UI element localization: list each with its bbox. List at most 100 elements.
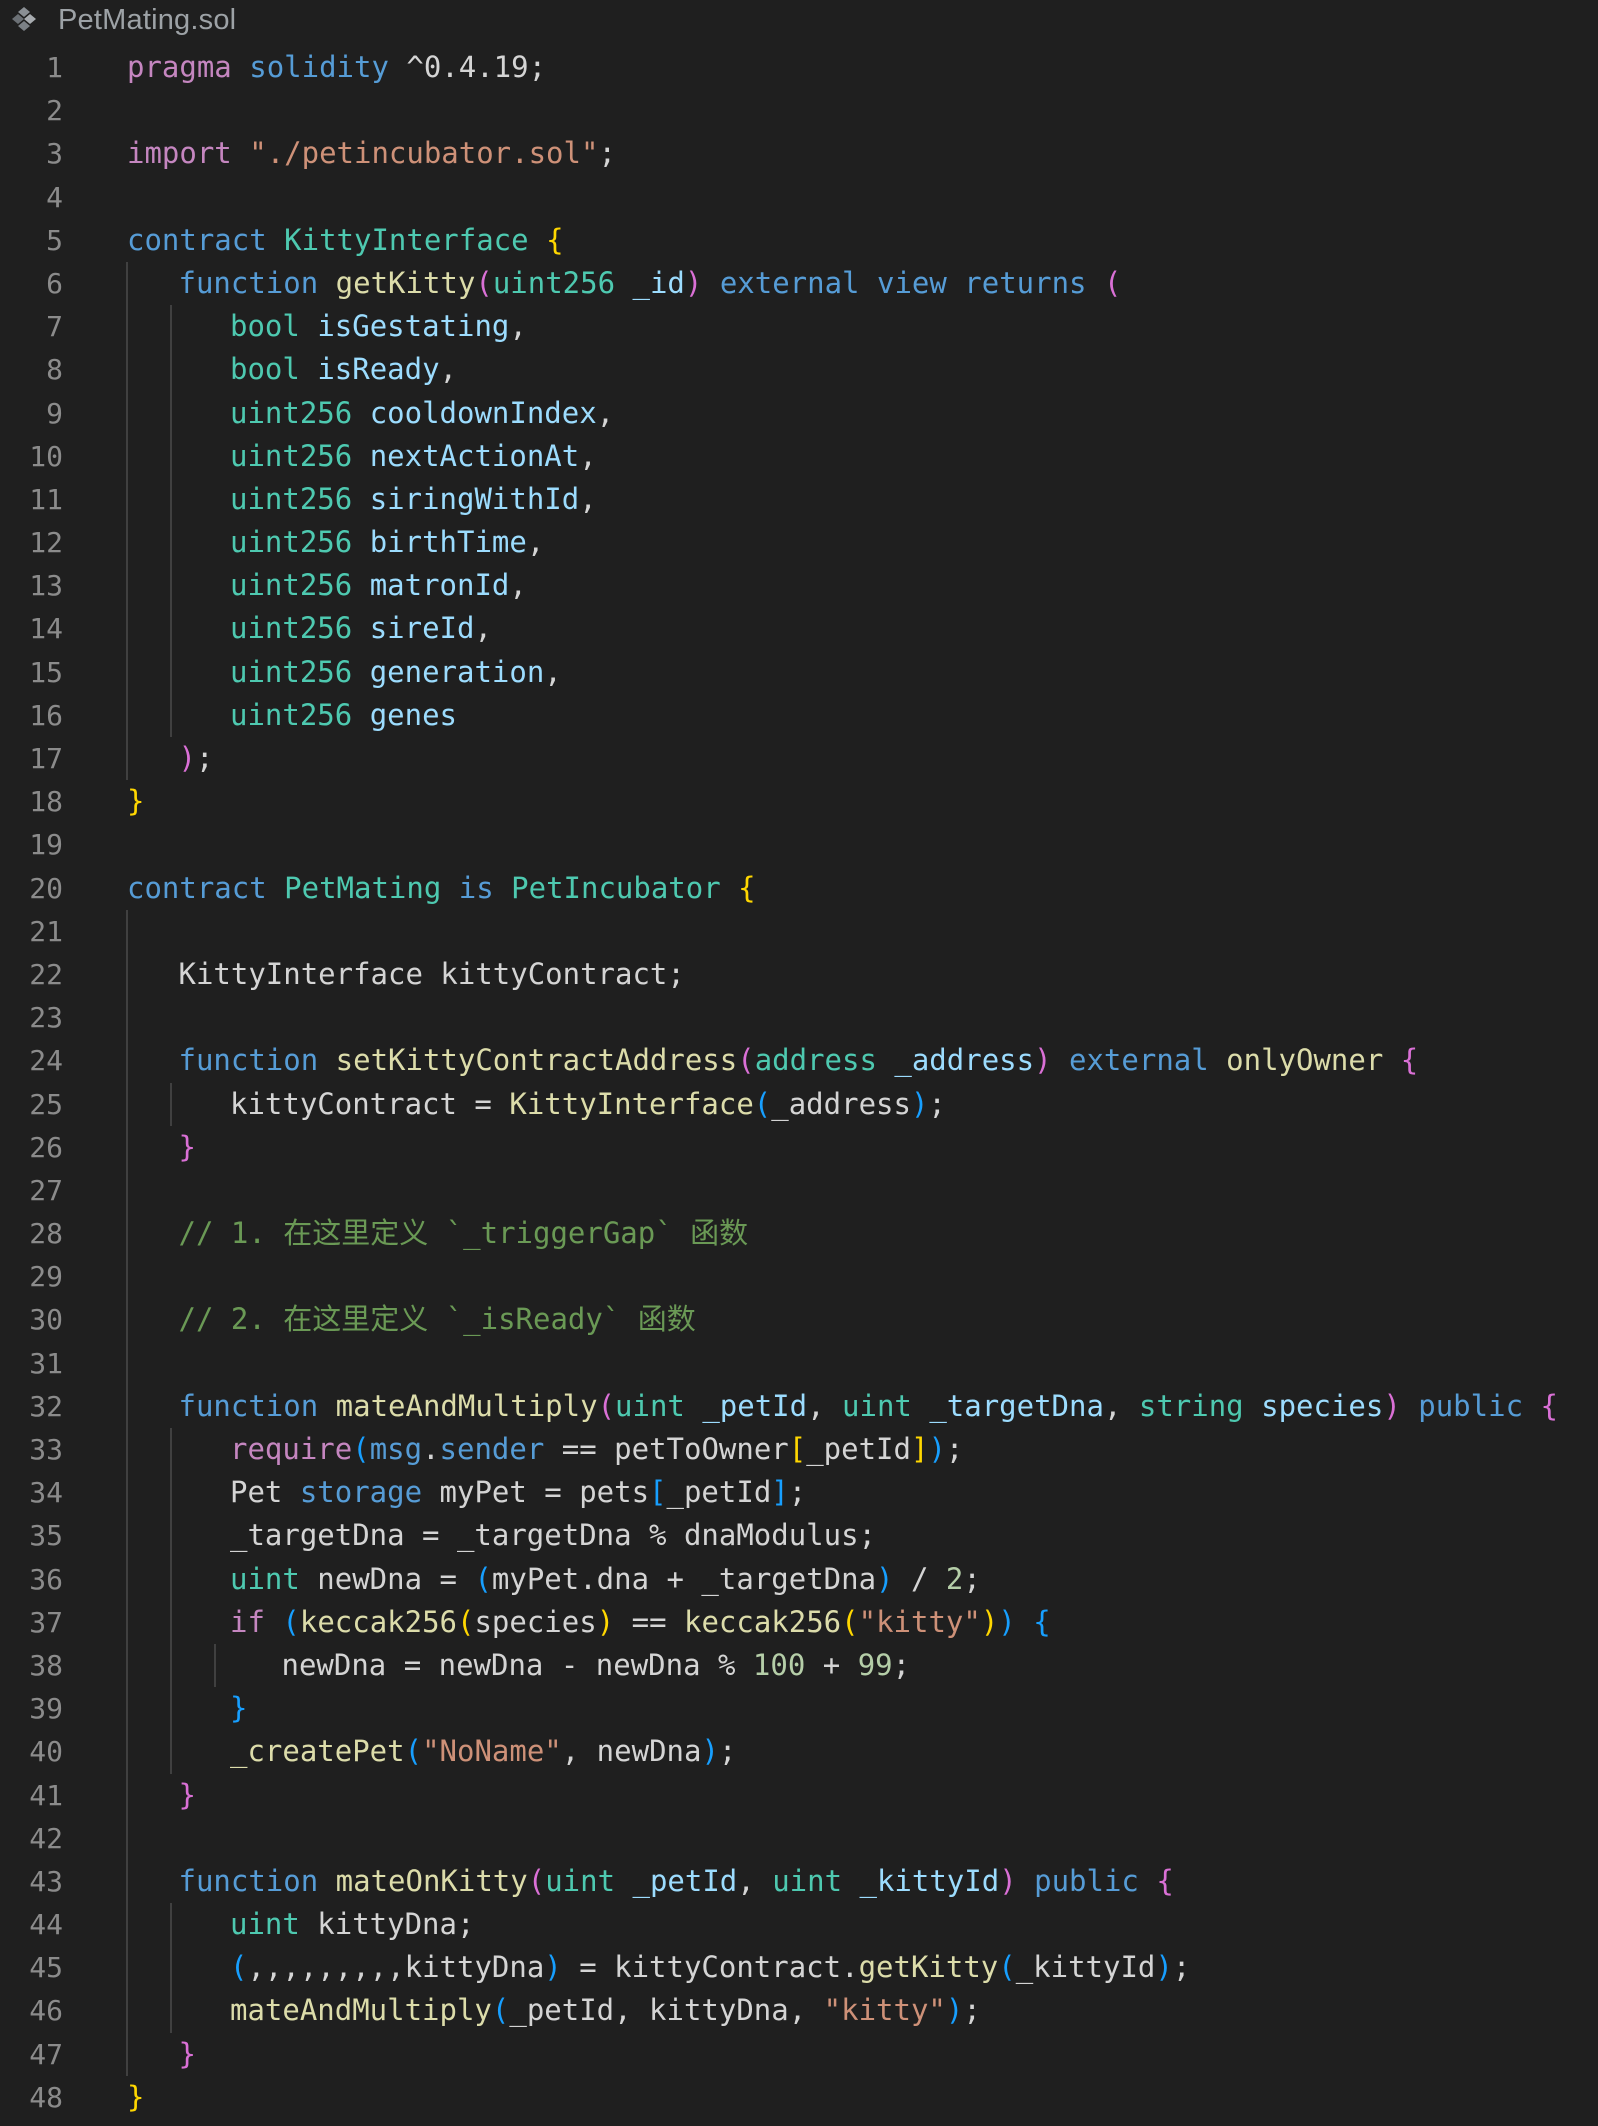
code-line[interactable]: 48} <box>0 2076 1598 2119</box>
code-line[interactable]: 37 if (keccak256(species) == keccak256("k… <box>0 1600 1598 1644</box>
code-line[interactable]: 18} <box>0 780 1598 823</box>
code-editor[interactable]: PetMating.sol 1 pragma solidity ^0.4.19; 2… <box>0 0 1598 2126</box>
code-line[interactable]: 33 require(msg.sender == petToOwner[_petI… <box>0 1428 1598 1472</box>
line-number: 36 <box>29 1562 63 1596</box>
code-line[interactable]: 24 function setKittyContractAddress(addre… <box>0 1039 1598 1083</box>
code-line[interactable]: 36 uint newDna = (myPet.dna + _targetDna)… <box>0 1557 1598 1601</box>
code-text: _createPet("NoName", newDna); <box>230 1730 736 1773</box>
file-tab[interactable]: PetMating.sol <box>0 0 1598 38</box>
code-token: bool <box>230 352 300 387</box>
code-line[interactable]: 9 uint256 cooldownIndex, <box>0 391 1598 435</box>
indent-guide <box>170 650 172 694</box>
code-line[interactable]: 10 uint256 nextActionAt, <box>0 434 1598 478</box>
code-line[interactable]: 20 contract PetMating is PetIncubator { <box>0 867 1598 910</box>
code-line[interactable]: 45 (,,,,,,,,,kittyDna) = kittyContract.ge… <box>0 1946 1598 1990</box>
indent-guide <box>214 1643 216 1688</box>
indent-guide <box>126 1989 128 2033</box>
code-line[interactable]: 35 _targetDna = _targetDna % dnaModulus; <box>0 1514 1598 1558</box>
line-number: 8 <box>46 353 63 387</box>
code-line[interactable]: 29 <box>0 1255 1598 1299</box>
code-line[interactable]: 38 newDna = newDna - newDna % 100 + 99; <box>0 1643 1598 1688</box>
code-text: pragma solidity ^0.4.19; <box>127 46 546 89</box>
code-token: newDna = <box>299 1561 475 1596</box>
code-line[interactable]: 43 function mateOnKitty(uint _petId, uint… <box>0 1859 1598 1904</box>
code-line[interactable]: 22 KittyInterface kittyContract; <box>0 952 1598 997</box>
indent-guide <box>170 1643 172 1688</box>
code-token: ( <box>475 265 493 300</box>
code-line[interactable]: 19 <box>0 823 1598 866</box>
code-line[interactable]: 14 uint256 sireId, <box>0 607 1598 651</box>
code-token: } <box>127 784 145 819</box>
code-line[interactable]: 11 uint256 siringWithId, <box>0 477 1598 522</box>
code-token: == <box>614 1604 684 1639</box>
indent-guide <box>126 952 128 997</box>
code-token: ( <box>841 1604 859 1639</box>
code-line[interactable]: 30 // 2. 在这里定义 `_isReady` 函数 <box>0 1298 1598 1342</box>
code-line[interactable]: 46 mateAndMultiply(_petId, kittyDna, "kit… <box>0 1989 1598 2033</box>
code-line[interactable]: 7 bool isGestating, <box>0 305 1598 349</box>
code-area[interactable]: 1 pragma solidity ^0.4.19; 2 3 import "./pet… <box>0 46 1598 2119</box>
code-line[interactable]: 25 kittyContract = KittyInterface(_addres… <box>0 1082 1598 1126</box>
code-line[interactable]: 12 uint256 birthTime, <box>0 521 1598 565</box>
indent-guide <box>126 1600 128 1644</box>
code-token: ( <box>737 1043 755 1078</box>
line-number: 10 <box>29 439 63 473</box>
indent-guide <box>126 1903 128 1947</box>
code-line[interactable]: 28 // 1. 在这里定义 `_triggerGap` 函数 <box>0 1212 1598 1256</box>
code-line[interactable]: 40 _createPet("NoName", newDna); <box>0 1730 1598 1774</box>
code-line[interactable]: 17); <box>0 737 1598 781</box>
code-line[interactable]: 21 <box>0 909 1598 953</box>
code-line[interactable]: 31 <box>0 1341 1598 1385</box>
code-line[interactable]: 6 function getKitty(uint256 _id) external… <box>0 261 1598 306</box>
code-line[interactable]: 1 pragma solidity ^0.4.19; <box>0 46 1598 89</box>
code-line[interactable]: 13 uint256 matronId, <box>0 564 1598 608</box>
code-line[interactable]: 4 <box>0 176 1598 219</box>
code-line[interactable]: 23 <box>0 996 1598 1040</box>
code-text: bool isGestating, <box>230 305 527 348</box>
line-number: 16 <box>29 698 63 732</box>
code-token: , <box>439 352 457 387</box>
code-line[interactable]: 39} <box>0 1687 1598 1731</box>
code-text: } <box>179 1126 196 1169</box>
code-line[interactable]: 42 <box>0 1816 1598 1860</box>
code-token: { <box>546 222 564 257</box>
line-number: 26 <box>29 1130 63 1164</box>
code-line[interactable]: 26} <box>0 1125 1598 1169</box>
code-token: _kittyId <box>859 1863 1000 1898</box>
code-line[interactable]: 32 function mateAndMultiply(uint _petId, … <box>0 1384 1598 1428</box>
line-number: 35 <box>29 1519 63 1553</box>
code-text: } <box>179 1774 196 1817</box>
code-token: ,,,,,,,,,kittyDna <box>247 1950 545 1985</box>
code-token: + <box>805 1647 858 1682</box>
code-text: mateAndMultiply(_petId, kittyDna, "kitty… <box>230 1989 981 2032</box>
code-line[interactable]: 47} <box>0 2032 1598 2076</box>
code-token: , <box>509 568 527 603</box>
code-token: "./petincubator.sol" <box>249 136 599 171</box>
code-line[interactable]: 34 Pet storage myPet = pets[_petId]; <box>0 1471 1598 1515</box>
code-line[interactable]: 8 bool isReady, <box>0 348 1598 392</box>
code-line[interactable]: 15 uint256 generation, <box>0 650 1598 694</box>
code-token: _kittyId <box>1015 1950 1156 1985</box>
code-line[interactable]: 2 <box>0 89 1598 132</box>
code-line[interactable]: 3 import "./petincubator.sol"; <box>0 132 1598 175</box>
code-line[interactable]: 41} <box>0 1773 1598 1817</box>
code-token: ^0.4.19; <box>388 50 547 84</box>
line-number: 6 <box>46 266 63 300</box>
code-token: _petId, kittyDna, <box>509 1993 824 2028</box>
code-line[interactable]: 16 uint256 genes <box>0 693 1598 737</box>
line-number: 29 <box>29 1260 63 1294</box>
line-number: 11 <box>29 482 63 516</box>
code-token: address <box>754 1043 877 1078</box>
code-line[interactable]: 5 contract KittyInterface { <box>0 219 1598 262</box>
code-line[interactable]: 44 uint kittyDna; <box>0 1903 1598 1947</box>
code-token: { <box>738 870 756 905</box>
code-line[interactable]: 27 <box>0 1168 1598 1213</box>
